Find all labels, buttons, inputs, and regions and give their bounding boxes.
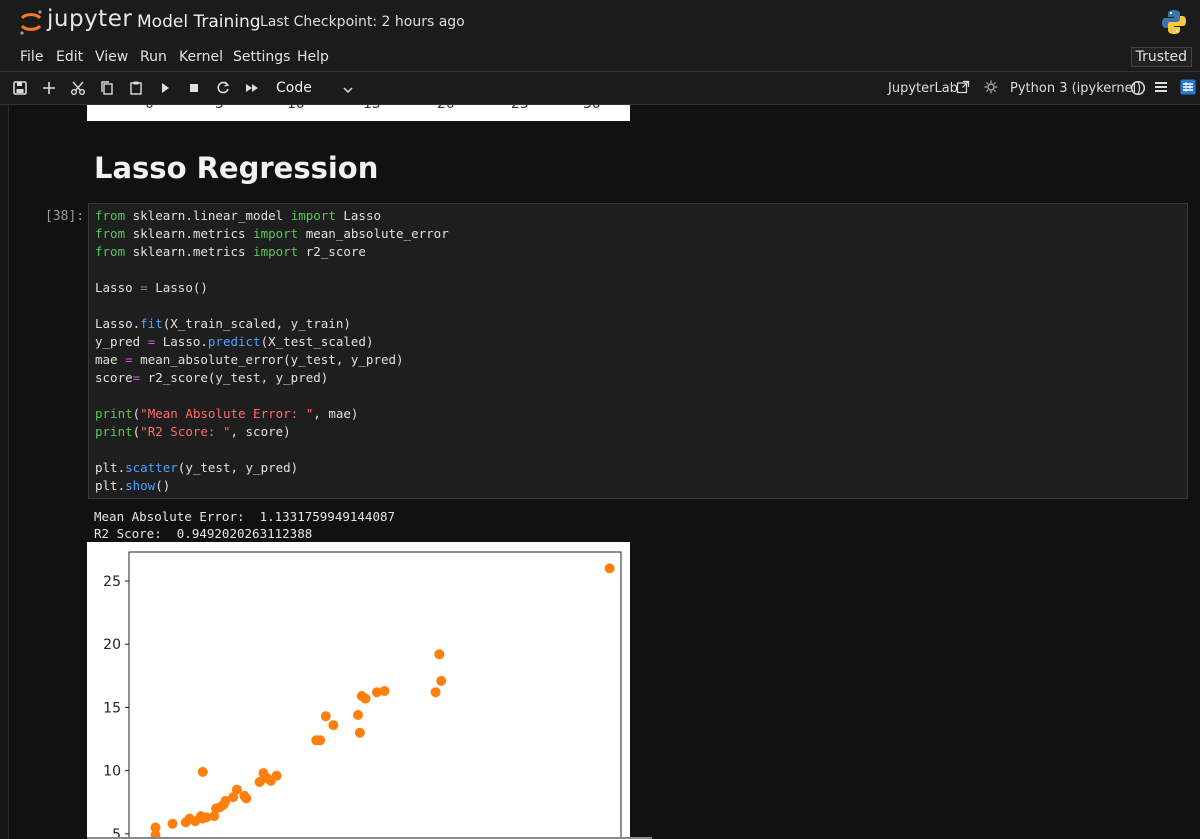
add-cell-icon[interactable]	[41, 80, 57, 96]
jupyter-logo-icon[interactable]	[18, 8, 44, 40]
menu-settings[interactable]: Settings	[233, 49, 290, 65]
kernel-settings-gear-icon[interactable]	[984, 80, 1000, 96]
external-link-icon[interactable]	[956, 80, 972, 96]
cell-type-select[interactable]: Code	[276, 80, 312, 96]
scatter-point	[241, 793, 252, 804]
previous-plot-output: 0 5 10 15 20 25 30	[87, 105, 630, 121]
code-line-13: print("R2 Score: ", score)	[95, 424, 291, 439]
jupyterlab-link[interactable]: JupyterLab	[888, 81, 958, 96]
jupyter-logo-text[interactable]: jupyter	[47, 6, 132, 32]
code-line-3: from sklearn.metrics import r2_score	[95, 244, 366, 259]
scatter-point	[262, 773, 273, 784]
cell-gutter	[0, 105, 9, 839]
kernel-status-icon	[1130, 80, 1146, 96]
python-logo-icon	[1160, 8, 1188, 40]
scatter-point	[434, 649, 445, 660]
scatter-point	[271, 770, 282, 781]
restart-icon[interactable]	[215, 80, 231, 96]
code-cell-editor[interactable]: from sklearn.linear_model import Lasso f…	[88, 203, 1188, 499]
prev-x-tick: 30	[583, 105, 601, 112]
trusted-indicator[interactable]: Trusted	[1130, 47, 1192, 67]
top-bar: jupyter Model Training Last Checkpoint: …	[0, 0, 1200, 45]
code-line-10: score= r2_score(y_test, y_pred)	[95, 370, 329, 385]
notebook-area[interactable]: 0 5 10 15 20 25 30 Lasso Regression [38]…	[0, 105, 1200, 839]
scatter-point	[328, 720, 339, 731]
save-icon[interactable]	[12, 80, 28, 96]
scatter-point	[320, 711, 331, 722]
run-icon[interactable]	[157, 80, 173, 96]
scatter-point	[353, 710, 363, 720]
paste-icon[interactable]	[128, 80, 144, 96]
markdown-heading[interactable]: Lasso Regression	[94, 151, 378, 185]
prev-x-tick: 15	[363, 105, 381, 112]
code-line-1: from sklearn.linear_model import Lasso	[95, 208, 381, 223]
y-tick-label: 25	[103, 574, 121, 590]
menu-file[interactable]: File	[20, 49, 43, 65]
scatter-point	[360, 693, 371, 704]
copy-icon[interactable]	[99, 80, 115, 96]
code-line-8: y_pred = Lasso.predict(X_test_scaled)	[95, 334, 374, 349]
code-line-7: Lasso.fit(X_train_scaled, y_train)	[95, 316, 351, 331]
code-line-9: mae = mean_absolute_error(y_test, y_pred…	[95, 352, 404, 367]
output-mae-line: Mean Absolute Error: 1.1331759949144087	[94, 509, 396, 524]
menu-help[interactable]: Help	[297, 49, 329, 65]
menu-lines-icon[interactable]	[1154, 80, 1170, 96]
menu-kernel[interactable]: Kernel	[179, 49, 223, 65]
scatter-point	[436, 675, 447, 686]
kernel-name[interactable]: Python 3 (ipykernel)	[1010, 81, 1141, 96]
chevron-down-icon[interactable]	[342, 81, 354, 100]
code-line-5: Lasso = Lasso()	[95, 280, 208, 295]
code-line-16: plt.show()	[95, 478, 171, 493]
prev-x-tick: 10	[287, 105, 305, 112]
scatter-point	[604, 563, 615, 574]
notebook-title[interactable]: Model Training	[137, 12, 261, 32]
y-tick-label: 20	[103, 637, 121, 653]
fast-forward-icon[interactable]	[244, 80, 260, 96]
cut-icon[interactable]	[70, 80, 86, 96]
y-tick-label: 10	[103, 764, 121, 780]
prev-x-tick: 5	[215, 105, 224, 112]
menu-edit[interactable]: Edit	[56, 49, 83, 65]
prev-x-tick: 0	[145, 105, 154, 112]
checkpoint-status: Last Checkpoint: 2 hours ago	[260, 14, 465, 30]
scatter-point	[311, 735, 322, 746]
scatter-plot-svg: 510152025	[103, 551, 622, 839]
notebook-toolbar: Code JupyterLab Python 3 (ipykernel)	[0, 72, 1200, 105]
code-line-15: plt.scatter(y_test, y_pred)	[95, 460, 299, 475]
prev-x-tick: 20	[437, 105, 455, 112]
scatter-plot-output: 5 10 15 20 25	[87, 542, 630, 839]
scatter-point	[379, 686, 390, 696]
property-inspector-icon[interactable]	[1180, 79, 1196, 95]
code-line-12: print("Mean Absolute Error: ", mae)	[95, 406, 359, 421]
scatter-point	[430, 687, 441, 698]
scatter-point	[167, 818, 178, 829]
code-line-2: from sklearn.metrics import mean_absolut…	[95, 226, 449, 241]
prev-x-tick: 25	[511, 105, 529, 112]
y-tick-label: 15	[103, 700, 121, 716]
execution-prompt: [38]:	[45, 209, 85, 224]
scatter-point	[354, 727, 365, 738]
menu-view[interactable]: View	[95, 49, 128, 65]
menu-run[interactable]: Run	[140, 49, 167, 65]
menu-bar: File Edit View Run Kernel Settings Help …	[0, 44, 1200, 72]
scatter-point	[197, 766, 208, 777]
stop-icon[interactable]	[186, 80, 202, 96]
output-r2-line: R2 Score: 0.9492020263112388	[94, 526, 313, 541]
